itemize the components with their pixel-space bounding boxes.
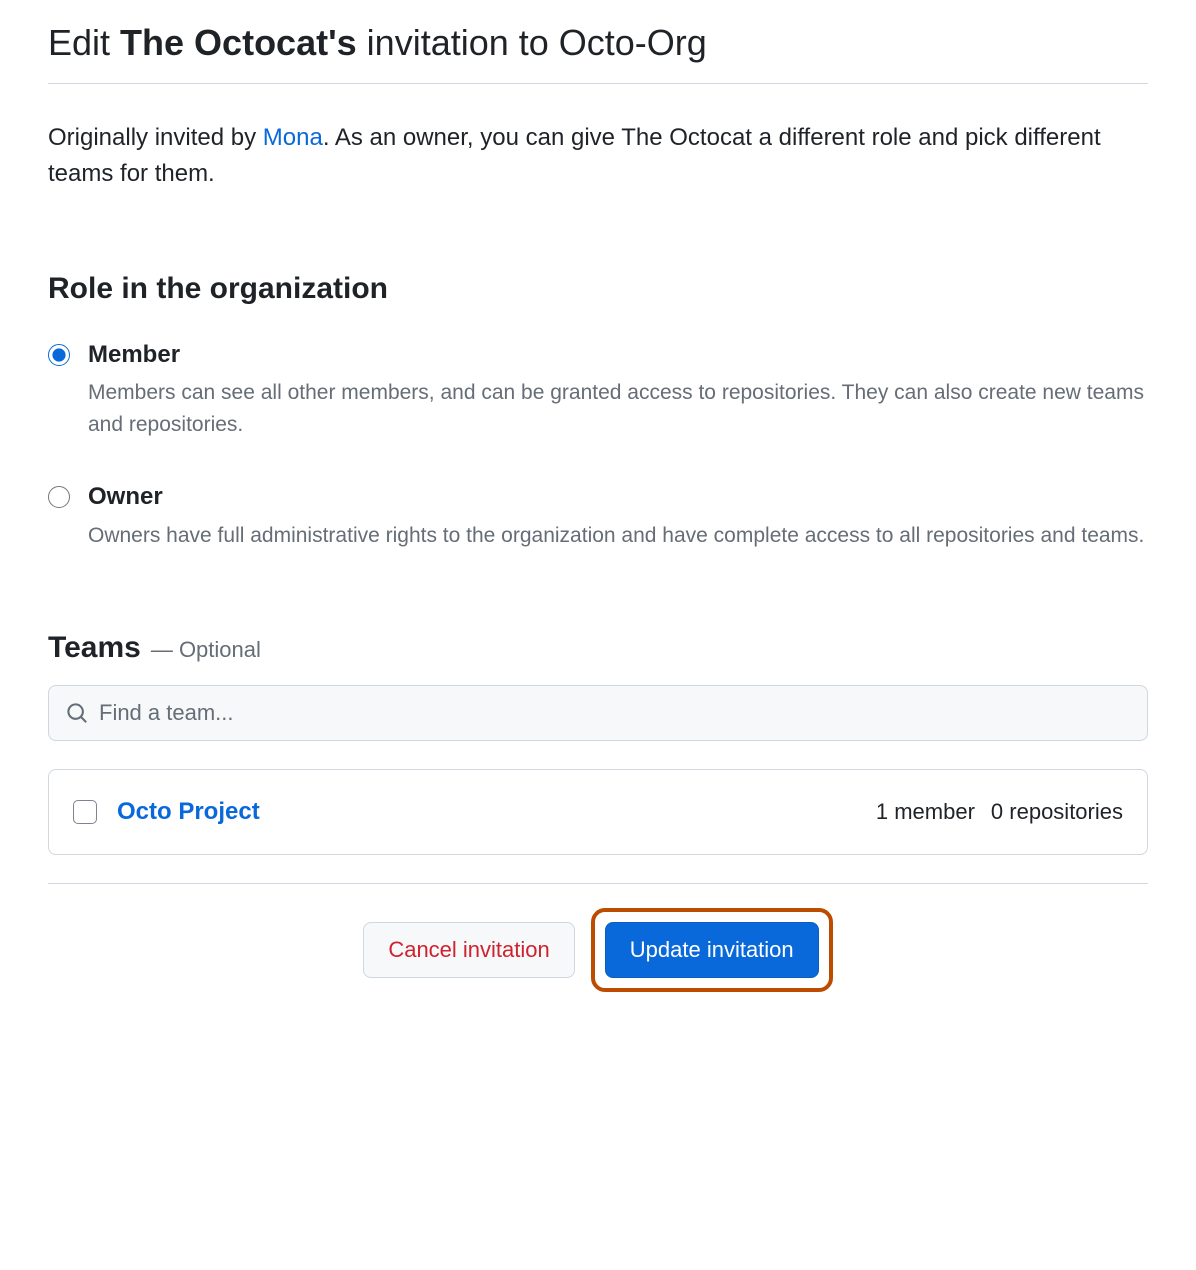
role-label-member: Member bbox=[88, 338, 1148, 372]
desc-before: Originally invited by bbox=[48, 124, 263, 151]
footer-actions: Cancel invitation Update invitation bbox=[48, 883, 1148, 992]
invitation-description: Originally invited by Mona. As an owner,… bbox=[48, 120, 1148, 192]
team-search-input[interactable] bbox=[48, 685, 1148, 741]
teams-section-heading: Teams — Optional bbox=[48, 631, 1148, 665]
team-search-wrapper bbox=[48, 685, 1148, 741]
team-members-count: 1 member bbox=[876, 799, 975, 825]
role-desc-member: Members can see all other members, and c… bbox=[88, 377, 1148, 440]
team-item: Octo Project 1 member 0 repositories bbox=[49, 770, 1147, 854]
role-content-owner: Owner Owners have full administrative ri… bbox=[88, 480, 1148, 551]
title-prefix: Edit bbox=[48, 22, 120, 63]
inviter-link[interactable]: Mona bbox=[263, 124, 323, 151]
team-list: Octo Project 1 member 0 repositories bbox=[48, 769, 1148, 855]
update-invitation-button[interactable]: Update invitation bbox=[605, 922, 819, 978]
team-name-link[interactable]: Octo Project bbox=[117, 798, 856, 826]
role-radio-member[interactable] bbox=[48, 344, 70, 366]
teams-optional-label: — Optional bbox=[151, 637, 261, 663]
teams-heading-text: Teams bbox=[48, 631, 141, 665]
title-suffix: invitation to Octo-Org bbox=[357, 22, 707, 63]
role-option-owner[interactable]: Owner Owners have full administrative ri… bbox=[48, 480, 1148, 551]
role-radio-owner[interactable] bbox=[48, 486, 70, 508]
page-title: Edit The Octocat's invitation to Octo-Or… bbox=[48, 20, 1148, 84]
team-meta: 1 member 0 repositories bbox=[876, 799, 1123, 825]
role-content-member: Member Members can see all other members… bbox=[88, 338, 1148, 441]
role-desc-owner: Owners have full administrative rights t… bbox=[88, 520, 1148, 552]
role-option-member[interactable]: Member Members can see all other members… bbox=[48, 338, 1148, 441]
update-button-highlight: Update invitation bbox=[591, 908, 833, 992]
role-section-heading: Role in the organization bbox=[48, 272, 1148, 306]
title-bold: The Octocat's bbox=[120, 22, 357, 63]
cancel-invitation-button[interactable]: Cancel invitation bbox=[363, 922, 574, 978]
team-checkbox[interactable] bbox=[73, 800, 97, 824]
team-repos-count: 0 repositories bbox=[991, 799, 1123, 825]
role-radio-group: Member Members can see all other members… bbox=[48, 338, 1148, 552]
role-label-owner: Owner bbox=[88, 480, 1148, 514]
